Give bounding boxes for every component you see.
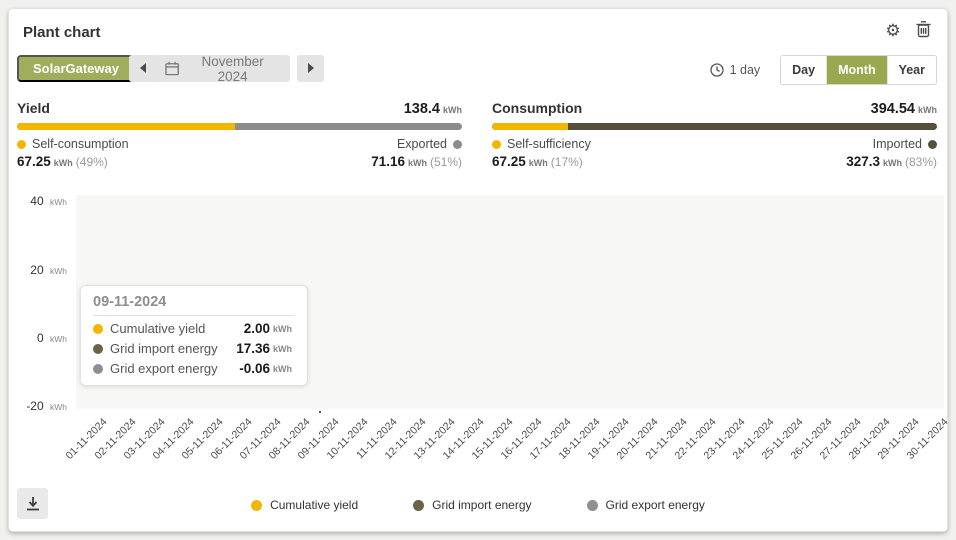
tooltip-row: Grid import energy17.36kWh [93, 341, 295, 356]
y-axis-tick: 0 kWh [9, 331, 67, 345]
legend-dot-icon [413, 500, 424, 511]
y-axis-tick: 40 kWh [9, 194, 67, 208]
chart-legend: Cumulative yield Grid import energy Grid e… [9, 498, 947, 512]
chart-area: 30-11-202429-11-202428-11-202427-11-2024… [9, 9, 947, 531]
chart-tooltip: 09-11-2024 Cumulative yield2.00kWh Grid i… [80, 285, 308, 386]
legend-dot-icon [251, 500, 262, 511]
download-button[interactable] [17, 488, 48, 519]
tooltip-row: Cumulative yield2.00kWh [93, 321, 295, 336]
legend-item[interactable]: Cumulative yield [251, 498, 358, 512]
series-dot-icon [93, 364, 103, 374]
series-dot-icon [93, 344, 103, 354]
series-dot-icon [93, 324, 103, 334]
legend-item[interactable]: Grid export energy [587, 498, 705, 512]
tooltip-date: 09-11-2024 [93, 294, 295, 316]
download-icon [25, 496, 41, 512]
legend-item[interactable]: Grid import energy [413, 498, 531, 512]
legend-dot-icon [587, 500, 598, 511]
y-axis-tick: 20 kWh [9, 263, 67, 277]
plant-chart-card: Plant chart ⚙ SolarGateway November 2024… [8, 8, 948, 532]
y-axis-tick: -20 kWh [9, 399, 67, 413]
tooltip-row: Grid export energy-0.06kWh [93, 361, 295, 376]
